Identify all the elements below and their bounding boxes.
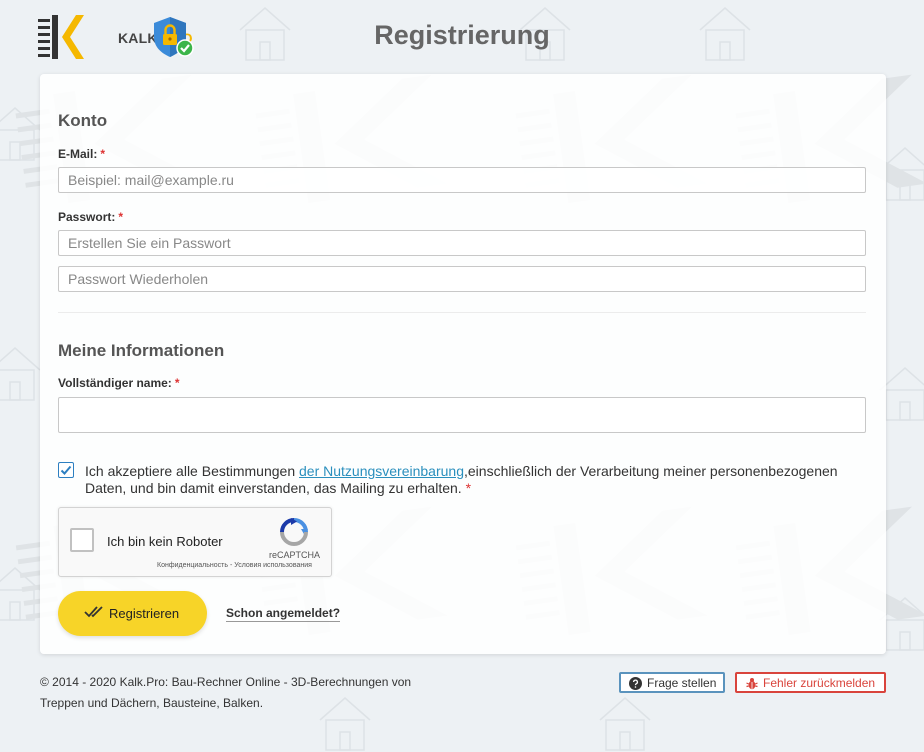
fullname-field[interactable]: [58, 397, 866, 433]
ask-question-button[interactable]: Frage stellen: [619, 672, 725, 693]
section-divider: [58, 312, 866, 313]
password-repeat-field[interactable]: [58, 266, 866, 292]
report-bug-button[interactable]: Fehler zurückmelden: [735, 672, 886, 693]
footer-copyright: © 2014 - 2020 Kalk.Pro: Bau-Rechner Onli…: [40, 675, 412, 710]
password-label: Passwort: *: [58, 210, 124, 224]
password-field[interactable]: [58, 230, 866, 256]
page-title: Registrierung: [374, 20, 550, 50]
report-bug-label: Fehler zurückmelden: [763, 676, 876, 690]
recaptcha-checkbox[interactable]: [70, 528, 94, 552]
agreement-checkbox[interactable]: [58, 462, 74, 478]
recaptcha-brand: reCAPTCHA: [269, 550, 321, 560]
agreement-text: Ich akzeptiere alle Bestimmungen der Nut…: [85, 463, 838, 496]
login-link[interactable]: Schon angemeldet?: [226, 606, 341, 622]
recaptcha-label: Ich bin kein Roboter: [107, 534, 223, 549]
ask-question-label: Frage stellen: [647, 676, 717, 690]
question-circle-icon: [629, 677, 642, 690]
register-button-label: Registrieren: [109, 606, 180, 621]
bug-icon: [746, 678, 758, 690]
fullname-label: Vollständiger name: *: [58, 376, 180, 390]
info-section-title: Meine Informationen: [58, 341, 225, 360]
email-field[interactable]: [58, 167, 866, 193]
recaptcha-logo-icon: [280, 518, 308, 546]
terms-link[interactable]: der Nutzungsvereinbarung: [299, 463, 464, 479]
recaptcha-links[interactable]: Конфиденциальность - Условия использован…: [157, 562, 312, 569]
registration-form-card: Konto E-Mail:* Passwort:* Meine Informat…: [40, 74, 886, 654]
register-button[interactable]: Registrieren: [58, 591, 207, 636]
page-header: KALK.PRO Registrierung: [0, 0, 924, 72]
double-check-icon: [84, 606, 103, 618]
checkbox-check-icon: [60, 465, 72, 475]
recaptcha-widget: Ich bin kein Roboter reCAPTCHA Конфиденц…: [58, 507, 332, 577]
account-section-title: Konto: [58, 111, 108, 130]
email-label: E-Mail: *: [58, 147, 106, 161]
